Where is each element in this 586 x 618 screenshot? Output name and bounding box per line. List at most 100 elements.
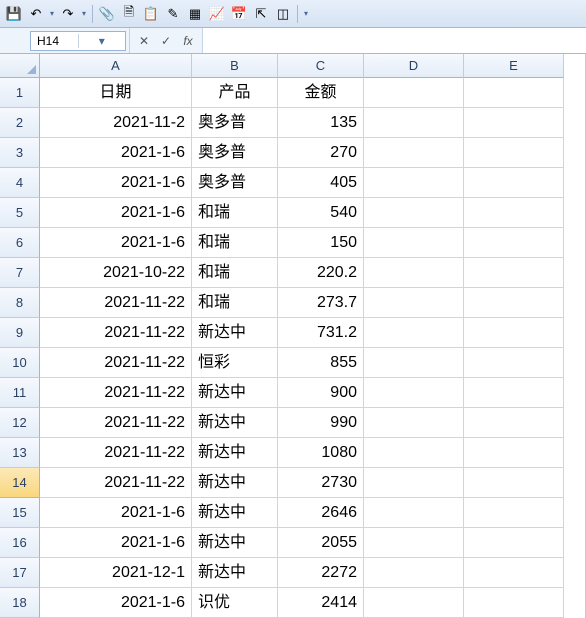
cell-C7[interactable]: 220.2 [278,258,364,288]
overflow-drop[interactable]: ▾ [302,9,310,18]
cell-D1[interactable] [364,78,464,108]
select-all-corner[interactable] [0,54,40,78]
cell-D3[interactable] [364,138,464,168]
cell-E9[interactable] [464,318,564,348]
cell-B10[interactable]: 恒彩 [192,348,278,378]
row-header-3[interactable]: 3 [0,138,40,168]
column-header-A[interactable]: A [40,54,192,78]
cell-B1[interactable]: 产品 [192,78,278,108]
cell-C14[interactable]: 2730 [278,468,364,498]
cell-A8[interactable]: 2021-11-22 [40,288,192,318]
undo-icon[interactable]: ↶ [26,4,46,24]
cell-C8[interactable]: 273.7 [278,288,364,318]
cell-D7[interactable] [364,258,464,288]
cell-C2[interactable]: 135 [278,108,364,138]
cell-C4[interactable]: 405 [278,168,364,198]
cell-D13[interactable] [364,438,464,468]
confirm-icon[interactable]: ✓ [158,34,174,48]
cell-C15[interactable]: 2646 [278,498,364,528]
row-header-15[interactable]: 15 [0,498,40,528]
column-header-C[interactable]: C [278,54,364,78]
cell-D10[interactable] [364,348,464,378]
cell-C13[interactable]: 1080 [278,438,364,468]
cell-B6[interactable]: 和瑞 [192,228,278,258]
cell-D16[interactable] [364,528,464,558]
calendar-icon[interactable]: 📅 [229,4,249,24]
column-header-E[interactable]: E [464,54,564,78]
cell-D14[interactable] [364,468,464,498]
cell-E8[interactable] [464,288,564,318]
cell-D12[interactable] [364,408,464,438]
cell-E5[interactable] [464,198,564,228]
cell-E6[interactable] [464,228,564,258]
cell-C6[interactable]: 150 [278,228,364,258]
attach-icon[interactable]: 📎 [97,4,117,24]
paste-icon[interactable]: 📋 [141,4,161,24]
cell-E15[interactable] [464,498,564,528]
template-icon[interactable]: ◫ [273,4,293,24]
cell-A18[interactable]: 2021-1-6 [40,588,192,618]
cell-A15[interactable]: 2021-1-6 [40,498,192,528]
row-header-12[interactable]: 12 [0,408,40,438]
cell-C11[interactable]: 900 [278,378,364,408]
row-header-14[interactable]: 14 [0,468,40,498]
cell-C17[interactable]: 2272 [278,558,364,588]
cell-E11[interactable] [464,378,564,408]
cell-C3[interactable]: 270 [278,138,364,168]
save-icon[interactable]: 💾 [4,4,24,24]
name-box-dropdown-icon[interactable]: ▾ [78,34,126,48]
cell-C9[interactable]: 731.2 [278,318,364,348]
cell-A9[interactable]: 2021-11-22 [40,318,192,348]
cell-D6[interactable] [364,228,464,258]
column-header-B[interactable]: B [192,54,278,78]
cell-B2[interactable]: 奥多普 [192,108,278,138]
table-icon[interactable]: ▦ [185,4,205,24]
new-doc-icon[interactable]: 🗎 [119,4,139,24]
row-header-18[interactable]: 18 [0,588,40,618]
cell-B8[interactable]: 和瑞 [192,288,278,318]
cell-B5[interactable]: 和瑞 [192,198,278,228]
cell-C12[interactable]: 990 [278,408,364,438]
export-icon[interactable]: ⇱ [251,4,271,24]
cell-B7[interactable]: 和瑞 [192,258,278,288]
row-header-16[interactable]: 16 [0,528,40,558]
cancel-icon[interactable]: ✕ [136,34,152,48]
cell-A13[interactable]: 2021-11-22 [40,438,192,468]
cell-B11[interactable]: 新达中 [192,378,278,408]
undo-drop[interactable]: ▾ [48,9,56,18]
row-header-6[interactable]: 6 [0,228,40,258]
row-header-9[interactable]: 9 [0,318,40,348]
formula-input[interactable] [203,28,586,53]
cell-E13[interactable] [464,438,564,468]
column-header-D[interactable]: D [364,54,464,78]
cell-D9[interactable] [364,318,464,348]
cell-B9[interactable]: 新达中 [192,318,278,348]
cell-C10[interactable]: 855 [278,348,364,378]
cell-E18[interactable] [464,588,564,618]
redo-icon[interactable]: ↷ [58,4,78,24]
cell-A11[interactable]: 2021-11-22 [40,378,192,408]
row-header-4[interactable]: 4 [0,168,40,198]
cell-C16[interactable]: 2055 [278,528,364,558]
row-header-7[interactable]: 7 [0,258,40,288]
cell-A7[interactable]: 2021-10-22 [40,258,192,288]
cell-E12[interactable] [464,408,564,438]
name-box[interactable]: H14 ▾ [30,31,126,51]
cell-D8[interactable] [364,288,464,318]
cell-E2[interactable] [464,108,564,138]
cell-B18[interactable]: 识优 [192,588,278,618]
cell-A5[interactable]: 2021-1-6 [40,198,192,228]
cell-A16[interactable]: 2021-1-6 [40,528,192,558]
cell-E1[interactable] [464,78,564,108]
cell-C18[interactable]: 2414 [278,588,364,618]
cell-B4[interactable]: 奥多普 [192,168,278,198]
cell-D4[interactable] [364,168,464,198]
cell-A12[interactable]: 2021-11-22 [40,408,192,438]
cell-D18[interactable] [364,588,464,618]
cell-D11[interactable] [364,378,464,408]
cell-E10[interactable] [464,348,564,378]
cell-B3[interactable]: 奥多普 [192,138,278,168]
cell-D17[interactable] [364,558,464,588]
cell-B14[interactable]: 新达中 [192,468,278,498]
cell-E4[interactable] [464,168,564,198]
